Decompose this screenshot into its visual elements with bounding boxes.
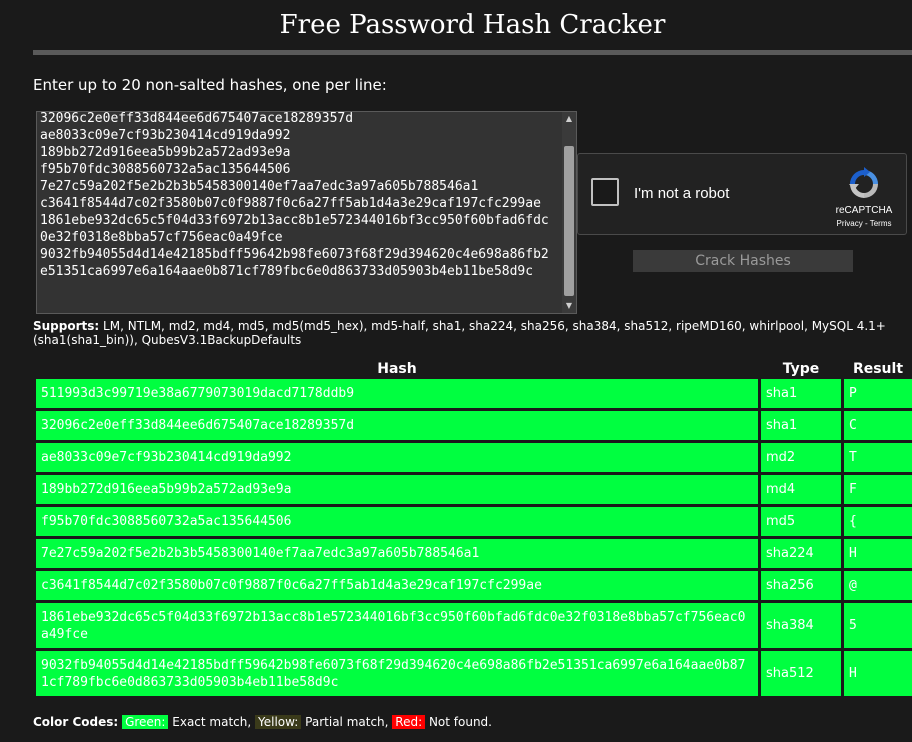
type-cell: md4 <box>761 475 841 504</box>
recaptcha-label: I'm not a robot <box>634 185 730 202</box>
result-cell: { <box>844 507 912 536</box>
table-row: 32096c2e0eff33d844ee6d675407ace18289357d… <box>36 411 912 440</box>
supported-formats: Supports: LM, NTLM, md2, md4, md5, md5(m… <box>33 319 908 347</box>
results-header-row: Hash Type Result <box>36 361 912 377</box>
result-cell: F <box>844 475 912 504</box>
recaptcha-checkbox[interactable] <box>591 178 619 206</box>
type-cell: sha1 <box>761 379 841 408</box>
hash-cell: 189bb272d916eea5b99b2a572ad93e9a <box>36 475 758 504</box>
result-cell: H <box>844 651 912 696</box>
type-cell: sha1 <box>761 411 841 440</box>
color-codes-label: Color Codes: <box>33 715 119 729</box>
result-cell: H <box>844 539 912 568</box>
recaptcha-links: Privacy - Terms <box>826 219 902 228</box>
hash-cell: 1861ebe932dc65c5f04d33f6972b13acc8b1e572… <box>36 603 758 648</box>
table-row: c3641f8544d7c02f3580b07c0f9887f0c6a27ff5… <box>36 571 912 600</box>
hash-cell: 7e27c59a202f5e2b2b3b5458300140ef7aa7edc3… <box>36 539 758 568</box>
result-cell: C <box>844 411 912 440</box>
triangle-up-icon[interactable]: ▲ <box>562 112 576 126</box>
type-cell: sha512 <box>761 651 841 696</box>
terms-link[interactable]: Terms <box>870 219 892 228</box>
result-cell: @ <box>844 571 912 600</box>
table-row: 7e27c59a202f5e2b2b3b5458300140ef7aa7edc3… <box>36 539 912 568</box>
table-row: ae8033c09e7cf93b230414cd919da992 md2 T <box>36 443 912 472</box>
table-row: f95b70fdc3088560732a5ac135644506 md5 { <box>36 507 912 536</box>
hash-column-header: Hash <box>377 361 417 377</box>
type-cell: md5 <box>761 507 841 536</box>
table-row: 1861ebe932dc65c5f04d33f6972b13acc8b1e572… <box>36 603 912 648</box>
supports-label: Supports: <box>33 319 100 333</box>
green-swatch: Green: <box>122 715 169 729</box>
hash-input-prompt: Enter up to 20 non-salted hashes, one pe… <box>33 76 387 94</box>
recaptcha-icon <box>849 167 878 198</box>
scrollbar-thumb[interactable] <box>564 146 574 296</box>
supports-text: LM, NTLM, md2, md4, md5, md5(md5_hex), m… <box>33 319 886 347</box>
hash-cell: f95b70fdc3088560732a5ac135644506 <box>36 507 758 536</box>
page-title: Free Password Hash Cracker <box>279 10 666 40</box>
type-cell: sha256 <box>761 571 841 600</box>
triangle-down-icon[interactable]: ▼ <box>562 299 576 313</box>
result-cell: T <box>844 443 912 472</box>
table-row: 511993d3c99719e38a6779073019dacd7178ddb9… <box>36 379 912 408</box>
title-divider <box>33 50 912 55</box>
hash-textarea-value[interactable]: 32096c2e0eff33d844ee6d675407ace18289357d… <box>40 112 552 280</box>
type-cell: sha224 <box>761 539 841 568</box>
color-codes-legend: Color Codes: Green: Exact match, Yellow:… <box>33 715 492 729</box>
yellow-desc: Partial match, <box>301 715 393 729</box>
type-cell: sha384 <box>761 603 841 648</box>
result-cell: 5 <box>844 603 912 648</box>
hash-cell: c3641f8544d7c02f3580b07c0f9887f0c6a27ff5… <box>36 571 758 600</box>
hash-cell: 32096c2e0eff33d844ee6d675407ace18289357d <box>36 411 758 440</box>
yellow-swatch: Yellow: <box>255 715 302 729</box>
recaptcha-widget: I'm not a robot reCAPTCHA Privacy - Term… <box>577 153 907 235</box>
hash-cell: ae8033c09e7cf93b230414cd919da992 <box>36 443 758 472</box>
results-table: Hash Type Result 511993d3c99719e38a67790… <box>33 360 912 699</box>
link-separator: - <box>862 219 870 228</box>
textarea-scrollbar[interactable]: ▲ ▼ <box>562 112 576 313</box>
type-column-header: Type <box>782 361 820 377</box>
type-cell: md2 <box>761 443 841 472</box>
recaptcha-brand: reCAPTCHA <box>835 205 893 216</box>
red-swatch: Red: <box>392 715 426 729</box>
green-desc: Exact match, <box>168 715 256 729</box>
red-desc: Not found. <box>425 715 492 729</box>
hash-cell: 9032fb94055d4d14e42185bdff59642b98fe6073… <box>36 651 758 696</box>
result-cell: P <box>844 379 912 408</box>
result-column-header: Result <box>852 361 904 377</box>
table-row: 9032fb94055d4d14e42185bdff59642b98fe6073… <box>36 651 912 696</box>
table-row: 189bb272d916eea5b99b2a572ad93e9a md4 F <box>36 475 912 504</box>
privacy-link[interactable]: Privacy <box>837 219 863 228</box>
crack-hashes-button[interactable]: Crack Hashes <box>633 250 853 272</box>
hash-cell: 511993d3c99719e38a6779073019dacd7178ddb9 <box>36 379 758 408</box>
hash-textarea[interactable]: 32096c2e0eff33d844ee6d675407ace18289357d… <box>36 111 577 314</box>
